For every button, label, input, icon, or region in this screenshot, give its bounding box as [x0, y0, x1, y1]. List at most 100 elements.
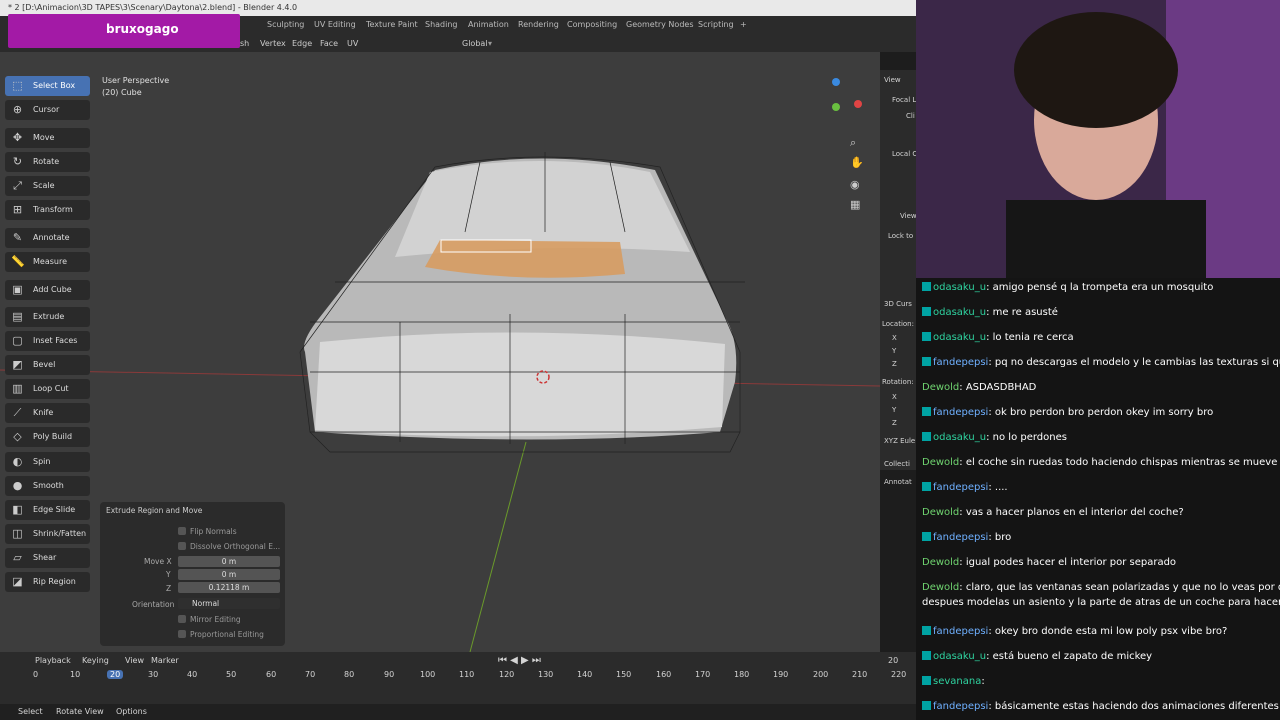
chat-username[interactable]: Dewold — [922, 457, 959, 468]
orientation-select[interactable]: Normal — [178, 598, 280, 609]
tool-move[interactable]: ✥ Move — [5, 128, 90, 148]
timeline-ruler[interactable]: 0 10 20 30 40 50 60 70 80 90 100 110 120… — [0, 670, 916, 684]
npanel-euler[interactable]: XYZ Eule — [884, 437, 915, 445]
tick-label: 100 — [420, 670, 436, 679]
chat-username[interactable]: fandepepsi — [933, 701, 988, 712]
current-frame-field[interactable]: 20 — [888, 656, 898, 665]
tool-transform[interactable]: ⊞ Transform — [5, 200, 90, 220]
bevel-icon: ◩ — [12, 358, 23, 371]
tab-texture-paint[interactable]: Texture Paint — [366, 20, 418, 29]
tool-smooth[interactable]: ● Smooth — [5, 476, 90, 496]
chat-username[interactable]: fandepepsi — [933, 482, 988, 493]
playhead-frame[interactable]: 20 — [107, 670, 124, 679]
timeline-marker-menu[interactable]: Marker — [151, 656, 179, 665]
npanel-view-header[interactable]: View — [884, 76, 901, 84]
add-workspace-button[interactable]: + — [740, 20, 747, 29]
chat-message: Dewold: igual podes hacer el interior po… — [922, 556, 1278, 569]
chat-username[interactable]: fandepepsi — [933, 357, 988, 368]
chat-username[interactable]: odasaku_u — [933, 432, 986, 443]
zoom-icon[interactable]: ⌕ — [850, 136, 856, 150]
menu-vertex[interactable]: Vertex — [260, 39, 286, 48]
chat-username[interactable]: Dewold — [922, 582, 959, 593]
chat-username[interactable]: odasaku_u — [933, 307, 986, 318]
tab-scripting[interactable]: Scripting — [698, 20, 734, 29]
menu-edge[interactable]: Edge — [292, 39, 312, 48]
move-x-field[interactable]: 0 m — [178, 556, 280, 567]
proportional-editing-checkbox[interactable]: Proportional Editing — [178, 630, 264, 639]
chat-username[interactable]: Dewold — [922, 507, 959, 518]
tool-rotate[interactable]: ↻ Rotate — [5, 152, 90, 172]
tool-shear[interactable]: ▱ Shear — [5, 548, 90, 568]
subscriber-badge-icon — [922, 651, 931, 660]
chat-username[interactable]: fandepepsi — [933, 626, 988, 637]
tab-rendering[interactable]: Rendering — [518, 20, 559, 29]
npanel-collections[interactable]: Collecti — [884, 460, 910, 468]
npanel-z[interactable]: Z — [892, 360, 897, 368]
tool-cursor[interactable]: ⊕ Cursor — [5, 100, 90, 120]
chat-username[interactable]: odasaku_u — [933, 332, 986, 343]
webcam-image — [916, 0, 1280, 278]
timeline-view-menu[interactable]: View — [125, 656, 144, 665]
npanel-rx[interactable]: X — [892, 393, 897, 401]
chat-username[interactable]: Dewold — [922, 557, 959, 568]
tool-scale[interactable]: ⤢ Scale — [5, 176, 90, 196]
chat-username[interactable]: Dewold — [922, 382, 959, 393]
tool-loop-cut[interactable]: ▥ Loop Cut — [5, 379, 90, 399]
npanel-view2[interactable]: View — [900, 212, 917, 220]
pan-hand-icon[interactable]: ✋ — [850, 156, 864, 169]
tick-label: 160 — [656, 670, 672, 679]
camera-icon[interactable]: ◉ — [850, 178, 860, 191]
tool-spin[interactable]: ◐ Spin — [5, 452, 90, 472]
tab-animation[interactable]: Animation — [468, 20, 509, 29]
tick-label: 40 — [187, 670, 198, 679]
chat-username[interactable]: fandepepsi — [933, 407, 988, 418]
operator-panel: Extrude Region and Move Flip Normals Dis… — [100, 502, 285, 646]
tool-knife[interactable]: ⟋ Knife — [5, 403, 90, 423]
npanel-x[interactable]: X — [892, 334, 897, 342]
flip-normals-checkbox[interactable]: Flip Normals — [178, 527, 237, 536]
tab-shading[interactable]: Shading — [425, 20, 458, 29]
chat-text: okey bro donde esta mi low poly psx vibe… — [994, 626, 1228, 637]
dissolve-checkbox[interactable]: Dissolve Orthogonal E... — [178, 542, 280, 551]
npanel-3d-cursor[interactable]: 3D Curs — [884, 300, 912, 308]
gizmo-y-icon — [832, 103, 840, 111]
tool-select-box[interactable]: ⬚ Select Box — [5, 76, 90, 96]
menu-face[interactable]: Face — [320, 39, 338, 48]
tab-sculpting[interactable]: Sculpting — [267, 20, 304, 29]
mirror-editing-checkbox[interactable]: Mirror Editing — [178, 615, 241, 624]
tool-measure[interactable]: 📏 Measure — [5, 252, 90, 272]
tool-bevel[interactable]: ◩ Bevel — [5, 355, 90, 375]
menu-uv[interactable]: UV — [347, 39, 358, 48]
tab-uv-editing[interactable]: UV Editing — [314, 20, 356, 29]
tool-extrude-region[interactable]: ▤Extrude Region — [5, 307, 90, 341]
transform-orientation-select[interactable]: Global — [462, 39, 488, 48]
timeline-keying-menu[interactable]: Keying — [82, 656, 109, 665]
tool-add-cube[interactable]: ▣ Add Cube — [5, 280, 90, 300]
inset-icon: ▢ — [12, 334, 23, 347]
move-y-field[interactable]: 0 m — [178, 569, 280, 580]
npanel-annotations[interactable]: Annotat — [884, 478, 912, 486]
npanel-ry[interactable]: Y — [892, 406, 896, 414]
menu-mesh[interactable]: sh — [240, 39, 249, 48]
chat-username[interactable]: odasaku_u — [933, 282, 986, 293]
tool-rip-region[interactable]: ◪ Rip Region — [5, 572, 90, 592]
timeline-playback-menu[interactable]: Playback — [35, 656, 71, 665]
npanel-y[interactable]: Y — [892, 347, 896, 355]
move-z-field[interactable]: 0.12118 m — [178, 582, 280, 593]
chat-username[interactable]: fandepepsi — [933, 532, 988, 543]
grid-icon[interactable]: ▦ — [850, 198, 860, 211]
tab-geometry-nodes[interactable]: Geometry Nodes — [626, 20, 693, 29]
tool-inset-faces[interactable]: ▢ Inset Faces — [5, 331, 90, 351]
chat-username[interactable]: sevanana — [933, 676, 981, 687]
operator-title[interactable]: Extrude Region and Move — [106, 506, 202, 515]
tab-compositing[interactable]: Compositing — [567, 20, 617, 29]
chat-username[interactable]: odasaku_u — [933, 651, 986, 662]
npanel-location: Location: — [882, 320, 914, 328]
tool-poly-build[interactable]: ◇ Poly Build — [5, 427, 90, 447]
tool-edge-slide[interactable]: ◧ Edge Slide — [5, 500, 90, 520]
tick-label: 150 — [616, 670, 632, 679]
playback-controls[interactable]: ⏮ ◀ ▶ ⏭ — [498, 655, 541, 666]
npanel-rz[interactable]: Z — [892, 419, 897, 427]
tool-shrink-fatten[interactable]: ◫ Shrink/Fatten — [5, 524, 90, 544]
tool-annotate[interactable]: ✎ Annotate — [5, 228, 90, 248]
